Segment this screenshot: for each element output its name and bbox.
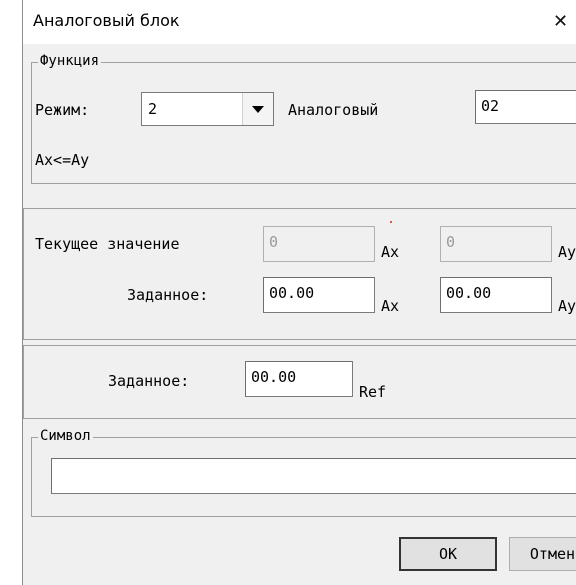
function-group-legend: Функция — [38, 53, 102, 69]
setpoint-label: Заданное: — [127, 286, 209, 304]
current-ax-unit: Ax — [381, 243, 400, 261]
mode-label: Режим: — [35, 101, 90, 119]
setpoint-ax-input[interactable]: 00.00 — [263, 277, 375, 313]
chevron-down-icon[interactable] — [242, 93, 273, 125]
ok-button[interactable]: OK — [399, 537, 497, 571]
setpoint-ay-unit: Ay — [558, 297, 576, 315]
title-bar: Аналоговый блок ✕ — [23, 0, 576, 44]
current-ay-unit: Ay — [558, 243, 576, 261]
symbol-group-legend: Символ — [38, 428, 93, 444]
symbol-input[interactable] — [51, 458, 576, 494]
current-ay-input: 0 — [440, 226, 552, 262]
ref-label: Заданное: — [108, 372, 190, 390]
ref-unit: Ref — [359, 383, 387, 401]
close-icon[interactable]: ✕ — [553, 6, 576, 38]
window-title: Аналоговый блок — [33, 11, 180, 30]
mode-select[interactable]: 2 — [141, 92, 274, 126]
analog-input[interactable]: 02 — [475, 90, 576, 124]
setpoint-ay-input[interactable]: 00.00 — [440, 277, 552, 313]
current-value-label: Текущее значение — [35, 235, 180, 253]
ax-marker — [390, 221, 392, 223]
analog-label: Аналоговый — [288, 101, 379, 119]
cancel-button[interactable]: Отмена — [509, 537, 576, 571]
ref-input[interactable]: 00.00 — [245, 361, 353, 397]
condition-text: Ax<=Ay — [35, 151, 90, 169]
mode-select-value: 2 — [148, 100, 158, 118]
current-ax-input: 0 — [263, 226, 375, 262]
dialog-window: Аналоговый блок ✕ Функция Режим: 2 Анало… — [22, 0, 576, 585]
setpoint-ax-unit: Ax — [381, 297, 400, 315]
